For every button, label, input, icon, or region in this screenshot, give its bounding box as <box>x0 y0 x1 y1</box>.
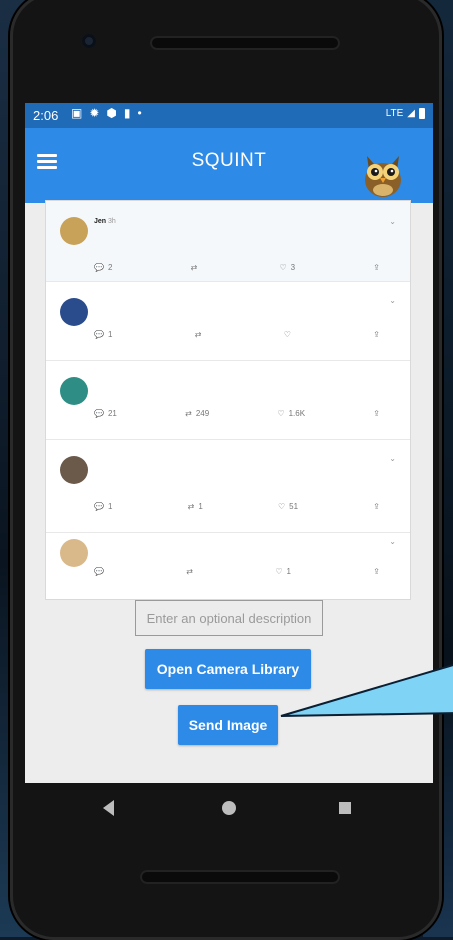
screenshot-preview: Jen 3h ⌄ 💬 2 ⇄ ♡ 3 ⇪ ⌄ 💬 1 ⇄ ♡ ⇪ 💬 21 ⇄ … <box>45 200 411 600</box>
tweet-item: ⌄ 💬 1 ⇄ ♡ ⇪ <box>46 282 410 361</box>
tweet-item: 💬 21 ⇄ 249 ♡ 1.6K ⇪ <box>46 361 410 440</box>
reply-action[interactable]: 💬 2 <box>94 263 112 272</box>
status-bar: 2:06 ▣ ✹ ⬢ ▮ • LTE ◢ <box>25 103 433 128</box>
tweet-actions: 💬 1 ⇄ ♡ ⇪ <box>94 330 380 339</box>
tweet-author: Jen 3h <box>94 218 116 225</box>
heart-icon: ♡ <box>277 409 285 418</box>
sd-card-icon: ▮ <box>123 106 131 120</box>
reply-icon: 💬 <box>94 567 104 576</box>
send-image-button[interactable]: Send Image <box>178 705 278 745</box>
like-action[interactable]: ♡ 51 <box>278 502 298 511</box>
like-action[interactable]: ♡ 3 <box>279 263 295 272</box>
share-action[interactable]: ⇪ <box>373 502 380 511</box>
dot-icon: • <box>137 106 142 120</box>
reply-icon: 💬 <box>94 263 104 272</box>
avatar <box>60 298 88 326</box>
phone-screen: 2:06 ▣ ✹ ⬢ ▮ • LTE ◢ SQUINT Jen 3h ⌄ 💬 2… <box>25 103 433 820</box>
avatar <box>60 456 88 484</box>
share-icon: ⇪ <box>373 263 380 272</box>
status-right: LTE ◢ <box>386 108 425 119</box>
status-time: 2:06 <box>33 108 59 123</box>
heart-icon: ♡ <box>275 567 283 576</box>
settings-icon: ✹ <box>89 106 100 120</box>
tweet-actions: 💬 2 ⇄ ♡ 3 ⇪ <box>94 263 380 272</box>
like-action[interactable]: ♡ 1.6K <box>277 409 305 418</box>
android-nav-bar <box>25 783 433 838</box>
avatar <box>60 217 88 245</box>
retweet-icon: ⇄ <box>187 502 195 511</box>
share-icon: ⇪ <box>373 330 380 339</box>
tweet-actions: 💬 ⇄ ♡ 1 ⇪ <box>94 567 380 576</box>
shield-icon: ⬢ <box>106 106 117 120</box>
reply-action[interactable]: 💬 1 <box>94 502 112 511</box>
reply-icon: 💬 <box>94 502 104 511</box>
retweet-action[interactable]: ⇄ 1 <box>188 502 203 511</box>
retweet-icon: ⇄ <box>194 330 202 339</box>
front-camera <box>82 34 96 48</box>
share-action[interactable]: ⇪ <box>373 409 380 418</box>
chevron-down-icon[interactable]: ⌄ <box>389 296 396 305</box>
reply-icon: 💬 <box>94 330 104 339</box>
share-action[interactable]: ⇪ <box>373 567 380 576</box>
signal-icon: ◢ <box>407 108 415 119</box>
tweet-actions: 💬 21 ⇄ 249 ♡ 1.6K ⇪ <box>94 409 380 418</box>
like-action[interactable]: ♡ 1 <box>275 567 291 576</box>
share-icon: ⇪ <box>373 502 380 511</box>
description-input[interactable]: Enter an optional description <box>135 600 323 636</box>
retweet-icon: ⇄ <box>185 409 192 418</box>
share-action[interactable]: ⇪ <box>373 330 380 339</box>
open-camera-library-button[interactable]: Open Camera Library <box>145 649 311 689</box>
avatar <box>60 539 88 567</box>
share-action[interactable]: ⇪ <box>373 263 380 272</box>
reply-action[interactable]: 💬 1 <box>94 330 112 339</box>
heart-icon: ♡ <box>277 502 286 511</box>
tweet-item: Jen 3h ⌄ 💬 2 ⇄ ♡ 3 ⇪ <box>46 201 410 282</box>
battery-icon <box>419 108 425 119</box>
earpiece-speaker <box>150 36 340 50</box>
retweet-icon: ⇄ <box>190 263 198 272</box>
app-bar: SQUINT <box>25 128 433 203</box>
chevron-down-icon[interactable]: ⌄ <box>389 537 396 546</box>
like-action[interactable]: ♡ <box>284 330 291 339</box>
retweet-action[interactable]: ⇄ 249 <box>185 409 209 418</box>
retweet-action[interactable]: ⇄ <box>191 263 202 272</box>
owl-logo-icon <box>365 156 401 197</box>
home-icon[interactable] <box>222 801 236 815</box>
chevron-down-icon[interactable]: ⌄ <box>389 454 396 463</box>
bottom-speaker <box>140 870 340 884</box>
tweet-item: ⌄ 💬 1 ⇄ 1 ♡ 51 ⇪ <box>46 440 410 533</box>
tweet-actions: 💬 1 ⇄ 1 ♡ 51 ⇪ <box>94 502 380 511</box>
reply-action[interactable]: 💬 21 <box>94 409 117 418</box>
reply-action[interactable]: 💬 <box>94 567 104 576</box>
heart-icon: ♡ <box>283 330 291 339</box>
network-type: LTE <box>385 108 404 119</box>
back-icon[interactable] <box>103 800 114 816</box>
image-icon: ▣ <box>71 106 83 120</box>
retweet-icon: ⇄ <box>186 567 193 576</box>
chevron-down-icon[interactable]: ⌄ <box>389 217 396 226</box>
avatar <box>60 377 88 405</box>
recents-icon[interactable] <box>339 802 351 814</box>
status-icons: ▣ ✹ ⬢ ▮ • <box>71 106 142 120</box>
share-icon: ⇪ <box>373 567 380 576</box>
retweet-action[interactable]: ⇄ <box>195 330 202 339</box>
heart-icon: ♡ <box>279 263 287 272</box>
reply-icon: 💬 <box>94 409 104 418</box>
tweet-item: ⌄ 💬 ⇄ ♡ 1 ⇪ <box>46 533 410 599</box>
share-icon: ⇪ <box>373 409 380 418</box>
retweet-action[interactable]: ⇄ <box>186 567 193 576</box>
